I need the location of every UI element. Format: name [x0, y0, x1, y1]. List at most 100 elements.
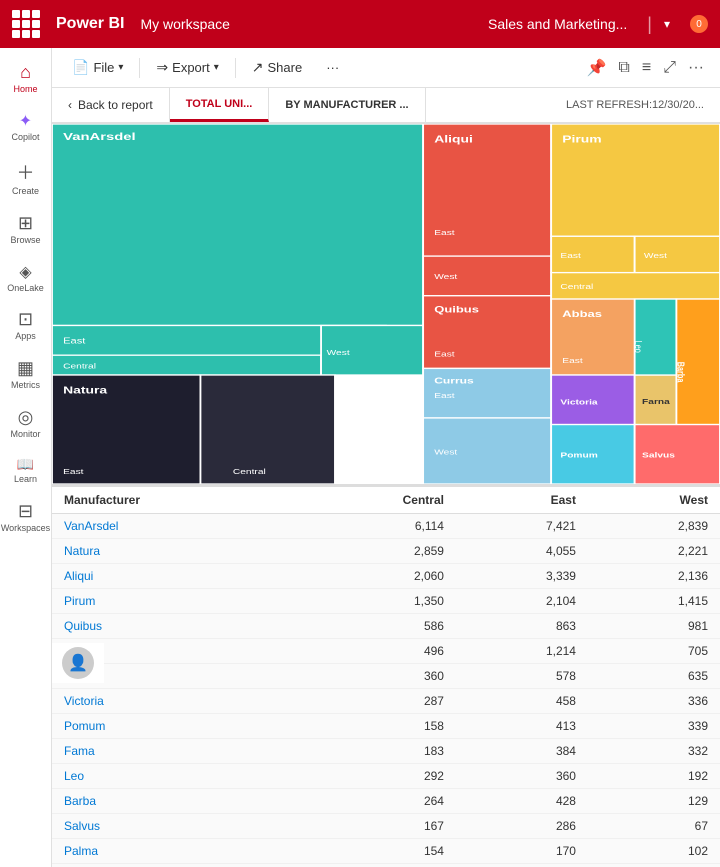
- svg-text:Salvus: Salvus: [642, 451, 675, 459]
- title-chevron-icon[interactable]: ▾: [664, 17, 670, 31]
- table-row[interactable]: Pomum 158 413 339: [52, 714, 720, 739]
- main-content: 📄 File ▾ ⇒ Export ▾ ↗ Share ··· 📌 ⧉ ≡ ⤢ …: [52, 48, 720, 867]
- sidebar-item-monitor[interactable]: ◎ Monitor: [2, 401, 50, 446]
- cell-central: 158: [296, 714, 456, 739]
- sidebar-item-copilot[interactable]: ✦ Copilot: [2, 105, 50, 149]
- col-east: East: [456, 487, 588, 514]
- user-avatar[interactable]: 👤: [62, 647, 94, 679]
- svg-text:East: East: [560, 252, 581, 260]
- table-row[interactable]: Palma 154 170 102: [52, 839, 720, 864]
- table-row[interactable]: Natura 2,859 4,055 2,221: [52, 539, 720, 564]
- sidebar-item-metrics[interactable]: ▦ Metrics: [2, 352, 50, 397]
- more-button[interactable]: ···: [318, 56, 347, 79]
- table-row[interactable]: Leo 292 360 192: [52, 764, 720, 789]
- svg-text:Central: Central: [233, 468, 266, 476]
- treemap-chart[interactable]: VanArsdel East Central West Natura East …: [52, 124, 720, 484]
- pin-icon[interactable]: 📌: [583, 54, 611, 82]
- grid-icon: [12, 10, 40, 38]
- svg-text:Farna: Farna: [642, 398, 670, 406]
- export-label: Export: [172, 60, 210, 75]
- cell-central: 6,114: [296, 514, 456, 539]
- cell-east: 458: [456, 689, 588, 714]
- cell-east: 170: [456, 839, 588, 864]
- file-button[interactable]: 📄 File ▾: [64, 55, 131, 80]
- table-row[interactable]: Aliqui 2,060 3,339 2,136: [52, 564, 720, 589]
- cell-manufacturer: Pirum: [52, 589, 296, 614]
- table-row[interactable]: Victoria 287 458 336: [52, 689, 720, 714]
- tab-by-manufacturer[interactable]: BY MANUFACTURER ...: [269, 88, 425, 122]
- sidebar: ⌂ Home ✦ Copilot ＋ Create ⊞ Browse ◈ One…: [0, 48, 52, 867]
- table-row[interactable]: Abbas 360 578 635: [52, 664, 720, 689]
- workspace-label[interactable]: My workspace: [140, 16, 229, 32]
- svg-text:East: East: [562, 357, 583, 365]
- svg-text:East: East: [63, 468, 84, 476]
- svg-text:East: East: [434, 228, 455, 236]
- cell-manufacturer: Pomum: [52, 714, 296, 739]
- table-row[interactable]: Quibus 586 863 981: [52, 614, 720, 639]
- sidebar-item-onelake[interactable]: ◈ OneLake: [2, 256, 50, 300]
- cell-central: 287: [296, 689, 456, 714]
- ellipsis-icon[interactable]: ···: [684, 55, 708, 81]
- svg-text:Leo: Leo: [633, 341, 645, 353]
- cell-manufacturer: Palma: [52, 839, 296, 864]
- share-button[interactable]: ↗ Share: [244, 55, 310, 80]
- cell-central: 2,060: [296, 564, 456, 589]
- cell-central: 496: [296, 639, 456, 664]
- sidebar-item-apps-label: Apps: [15, 332, 36, 342]
- sidebar-item-home[interactable]: ⌂ Home: [2, 56, 50, 101]
- cell-east: 286: [456, 814, 588, 839]
- table-row[interactable]: Pirum 1,350 2,104 1,415: [52, 589, 720, 614]
- svg-text:Natura: Natura: [63, 384, 107, 395]
- svg-text:East: East: [434, 350, 455, 358]
- learn-icon: 📖: [17, 456, 34, 473]
- file-chevron-icon: ▾: [118, 62, 123, 73]
- file-icon: 📄: [72, 59, 89, 76]
- cell-manufacturer: Salvus: [52, 814, 296, 839]
- tab-total-units[interactable]: TOTAL UNI...: [170, 88, 270, 122]
- cell-west: 102: [588, 839, 720, 864]
- tab-by-manufacturer-label: BY MANUFACTURER ...: [285, 99, 408, 111]
- export-button[interactable]: ⇒ Export ▾: [148, 55, 226, 80]
- app-logo: Power BI: [56, 15, 124, 33]
- cell-manufacturer: Aliqui: [52, 564, 296, 589]
- table-row[interactable]: Currus 496 1,214 705: [52, 639, 720, 664]
- table-row[interactable]: Fama 183 384 332: [52, 739, 720, 764]
- workspaces-icon: ⊟: [18, 501, 33, 522]
- cell-central: 586: [296, 614, 456, 639]
- share-label: Share: [268, 60, 303, 75]
- cell-west: 981: [588, 614, 720, 639]
- sidebar-item-home-label: Home: [13, 85, 37, 95]
- cell-west: 339: [588, 714, 720, 739]
- cell-west: 1,415: [588, 589, 720, 614]
- sidebar-item-copilot-label: Copilot: [11, 133, 39, 143]
- copy-icon[interactable]: ⧉: [614, 55, 633, 81]
- sidebar-item-learn[interactable]: 📖 Learn: [2, 450, 50, 491]
- cell-east: 428: [456, 789, 588, 814]
- cell-east: 3,339: [456, 564, 588, 589]
- sidebar-item-browse[interactable]: ⊞ Browse: [2, 207, 50, 252]
- focus-icon[interactable]: ⤢: [659, 55, 680, 81]
- notification-badge[interactable]: 0: [690, 15, 708, 33]
- filter-icon[interactable]: ≡: [638, 55, 655, 81]
- svg-text:Pirum: Pirum: [562, 133, 601, 144]
- svg-text:Aliqui: Aliqui: [434, 133, 473, 144]
- table-row[interactable]: Salvus 167 286 67: [52, 814, 720, 839]
- cell-manufacturer: Natura: [52, 539, 296, 564]
- svg-text:West: West: [434, 448, 458, 456]
- sidebar-item-create[interactable]: ＋ Create: [2, 153, 50, 203]
- table-row[interactable]: VanArsdel 6,114 7,421 2,839: [52, 514, 720, 539]
- back-to-report-button[interactable]: ‹ Back to report: [52, 88, 170, 122]
- sidebar-item-workspaces[interactable]: ⊟ Workspaces: [2, 495, 50, 540]
- cell-manufacturer: VanArsdel: [52, 514, 296, 539]
- report-title: Sales and Marketing...: [488, 16, 627, 32]
- data-table: Manufacturer Central East West VanArsdel…: [52, 487, 720, 864]
- table-row[interactable]: Barba 264 428 129: [52, 789, 720, 814]
- sidebar-item-apps[interactable]: ⊡ Apps: [2, 303, 50, 348]
- svg-text:VanArsdel: VanArsdel: [63, 130, 136, 142]
- cell-west: 705: [588, 639, 720, 664]
- cell-east: 4,055: [456, 539, 588, 564]
- file-label: File: [93, 60, 114, 75]
- svg-text:West: West: [644, 252, 668, 260]
- cell-central: 1,350: [296, 589, 456, 614]
- browse-icon: ⊞: [18, 213, 33, 234]
